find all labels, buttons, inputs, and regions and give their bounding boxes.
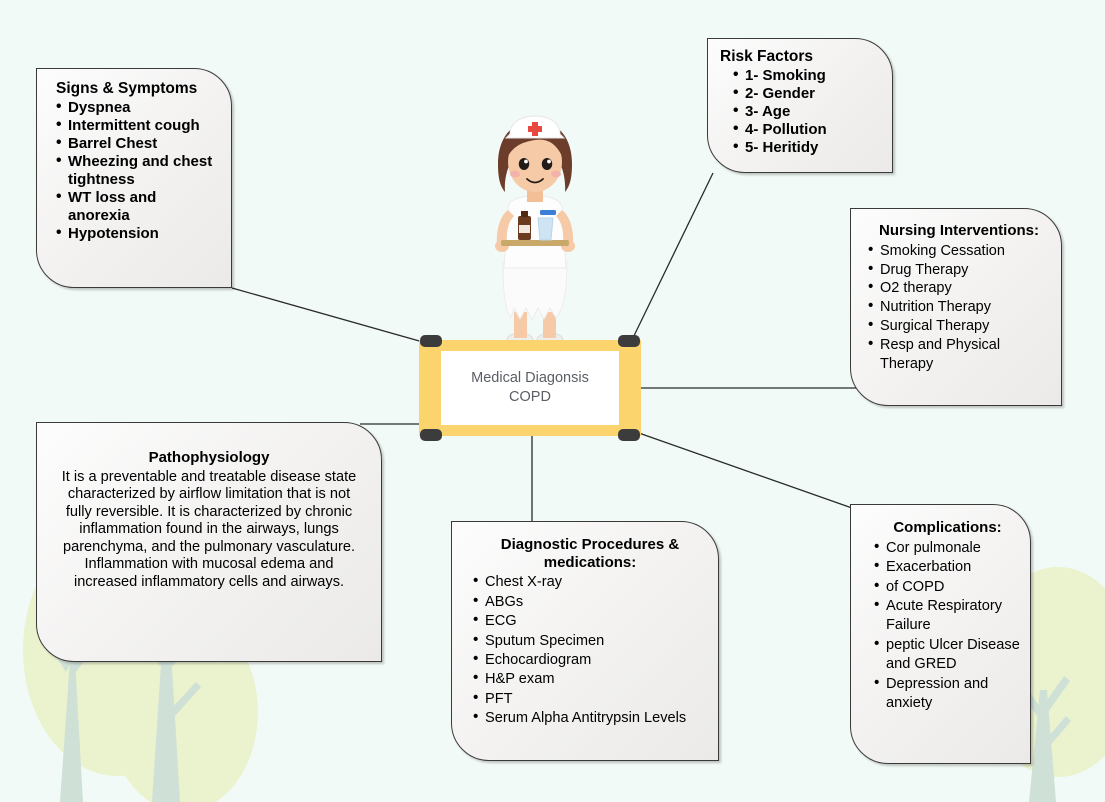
list-item: peptic Ulcer Disease and GRED [873, 635, 1022, 675]
box-diagnostic-title: Diagnostic Procedures & medications: [500, 536, 680, 571]
box-complications-title: Complications: [893, 519, 1002, 536]
list-item: PFT [472, 689, 708, 709]
list-item: 2- Gender [732, 84, 882, 103]
box-complications-list: Cor pulmonale Exacerbation of COPD Acute… [873, 538, 1022, 714]
list-item: Hypotension [55, 224, 221, 243]
box-nursing-title: Nursing Interventions: [878, 222, 1039, 239]
list-item: Acute Respiratory Failure [873, 596, 1022, 636]
box-diagnostic-procedures[interactable]: Diagnostic Procedures & medications: Che… [451, 521, 719, 761]
connector-risk-to-center [629, 172, 714, 345]
list-item: Serum Alpha Antitrypsin Levels [472, 708, 708, 728]
banner-knob-top-left [420, 335, 442, 347]
medical-diagnosis-banner[interactable]: Medical Diagonsis COPD [419, 335, 641, 441]
list-item: Exacerbation [873, 557, 1022, 577]
banner-knob-top-right [618, 335, 640, 347]
banner-text: Medical Diagonsis COPD [443, 340, 617, 436]
list-item: 1- Smoking [732, 66, 882, 85]
list-item: Echocardiogram [472, 650, 708, 670]
list-item: Cor pulmonale [873, 538, 1022, 558]
list-item: Smoking Cessation [867, 241, 1051, 261]
box-signs-title: Signs & Symptoms [56, 80, 198, 97]
list-item: Nutrition Therapy [867, 297, 1051, 317]
box-pathophysiology[interactable]: Pathophysiology It is a preventable and … [36, 422, 382, 662]
list-item: Chest X-ray [472, 572, 708, 592]
banner-line-1: Medical Diagonsis [471, 370, 589, 387]
list-item: 4- Pollution [732, 120, 882, 139]
list-item: ECG [472, 611, 708, 631]
list-item: Sputum Specimen [472, 631, 708, 651]
list-item: Dyspnea [55, 98, 221, 117]
banner-knob-bottom-right [618, 429, 640, 441]
box-risk-title: Risk Factors [720, 48, 814, 65]
banner-knob-bottom-left [420, 429, 442, 441]
list-item: Drug Therapy [867, 260, 1051, 280]
box-risk-list: 1- Smoking 2- Gender 3- Age 4- Pollution… [720, 66, 882, 157]
nurse-illustration [495, 115, 575, 347]
box-signs-list: Dyspnea Intermittent cough Barrel Chest … [55, 98, 221, 243]
list-item: Surgical Therapy [867, 316, 1051, 336]
list-item: Wheezing and chest tightness [55, 152, 221, 189]
list-item: of COPD [873, 576, 1022, 597]
list-item: Resp and Physical Therapy [867, 335, 1051, 374]
box-risk-factors[interactable]: Risk Factors 1- Smoking 2- Gender 3- Age… [707, 38, 893, 173]
connector-center-to-complications [635, 431, 853, 509]
list-item: Barrel Chest [55, 134, 221, 153]
box-signs-and-symptoms[interactable]: Signs & Symptoms Dyspnea Intermittent co… [36, 68, 232, 288]
list-item: 3- Age [732, 102, 882, 121]
list-item: H&P exam [472, 669, 708, 689]
list-item: Intermittent cough [55, 116, 221, 135]
concept-map-canvas: Signs & Symptoms Dyspnea Intermittent co… [0, 0, 1105, 802]
box-diagnostic-list: Chest X-ray ABGs ECG Sputum Specimen Ech… [472, 572, 708, 728]
box-pathophysiology-body: It is a preventable and treatable diseas… [61, 468, 357, 590]
box-nursing-list: Smoking Cessation Drug Therapy O2 therap… [867, 241, 1051, 374]
list-item: 5- Heritidy [732, 138, 882, 157]
box-complications[interactable]: Complications: Cor pulmonale Exacerbatio… [850, 504, 1031, 764]
box-pathophysiology-title: Pathophysiology [148, 449, 270, 466]
box-nursing-interventions[interactable]: Nursing Interventions: Smoking Cessation… [850, 208, 1062, 406]
list-item: O2 therapy [867, 278, 1051, 298]
list-item: WT loss and anorexia [55, 188, 221, 225]
list-item: ABGs [472, 592, 708, 612]
connector-signs-to-center [231, 287, 431, 345]
list-item: Depression and anxiety [873, 674, 1022, 714]
banner-line-2: COPD [509, 389, 551, 405]
